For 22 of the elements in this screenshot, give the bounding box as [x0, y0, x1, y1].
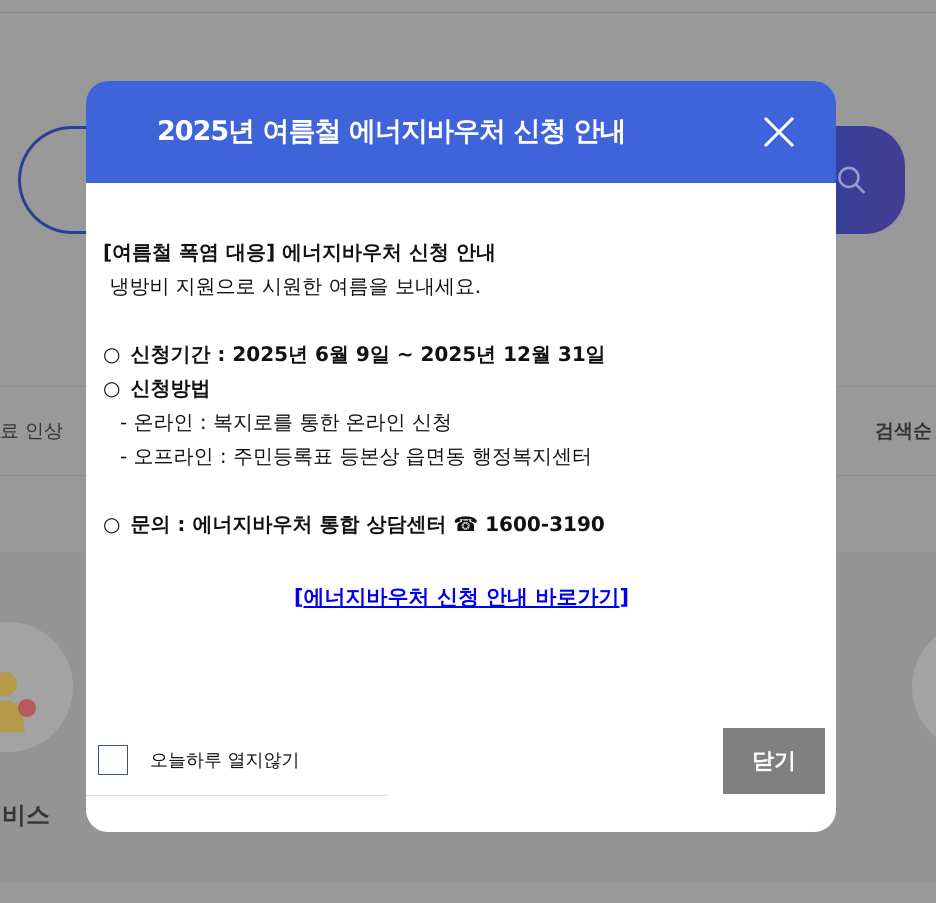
bullet-marker: ○	[103, 511, 120, 538]
checkbox[interactable]	[98, 745, 128, 775]
service-label: 비스	[2, 800, 51, 831]
checkbox-label: 오늘하루 열지않기	[150, 748, 300, 772]
close-button[interactable]	[762, 115, 796, 149]
close-icon	[762, 115, 796, 149]
notice-detail: - 온라인 : 복지로를 통한 온라인 신청	[119, 409, 454, 436]
notice-detail: - 오프라인 : 주민등록표 등본상 읍면동 행정복지센터	[119, 443, 594, 470]
bracket-text: [	[294, 585, 304, 609]
popup-title: 2025년 여름철 에너지바우처 신청 안내	[157, 116, 626, 148]
bracket-text: ]	[619, 585, 630, 609]
notice-item: 신청기간 : 2025년 6월 9일 ~ 2025년 12월 31일	[130, 341, 606, 368]
guide-link[interactable]: 에너지바우처 신청 안내 바로가기	[304, 585, 620, 609]
notice-item: 문의 : 에너지바우처 통합 상담센터 ☎ 1600-3190	[130, 511, 605, 538]
bullet-marker: ○	[103, 375, 120, 402]
news-ticker-text[interactable]: 료 인상	[0, 416, 64, 446]
notice-text: 냉방비 지원으로 시원한 여름을 보내세요.	[108, 273, 482, 300]
close-button[interactable]: 닫기	[723, 728, 825, 794]
notice-heading: [여름철 폭염 대응] 에너지바우처 신청 안내	[103, 239, 498, 266]
ranking-label: 검색순	[875, 418, 932, 444]
bullet-marker: ○	[103, 341, 120, 368]
notice-item: 신청방법	[130, 375, 210, 402]
